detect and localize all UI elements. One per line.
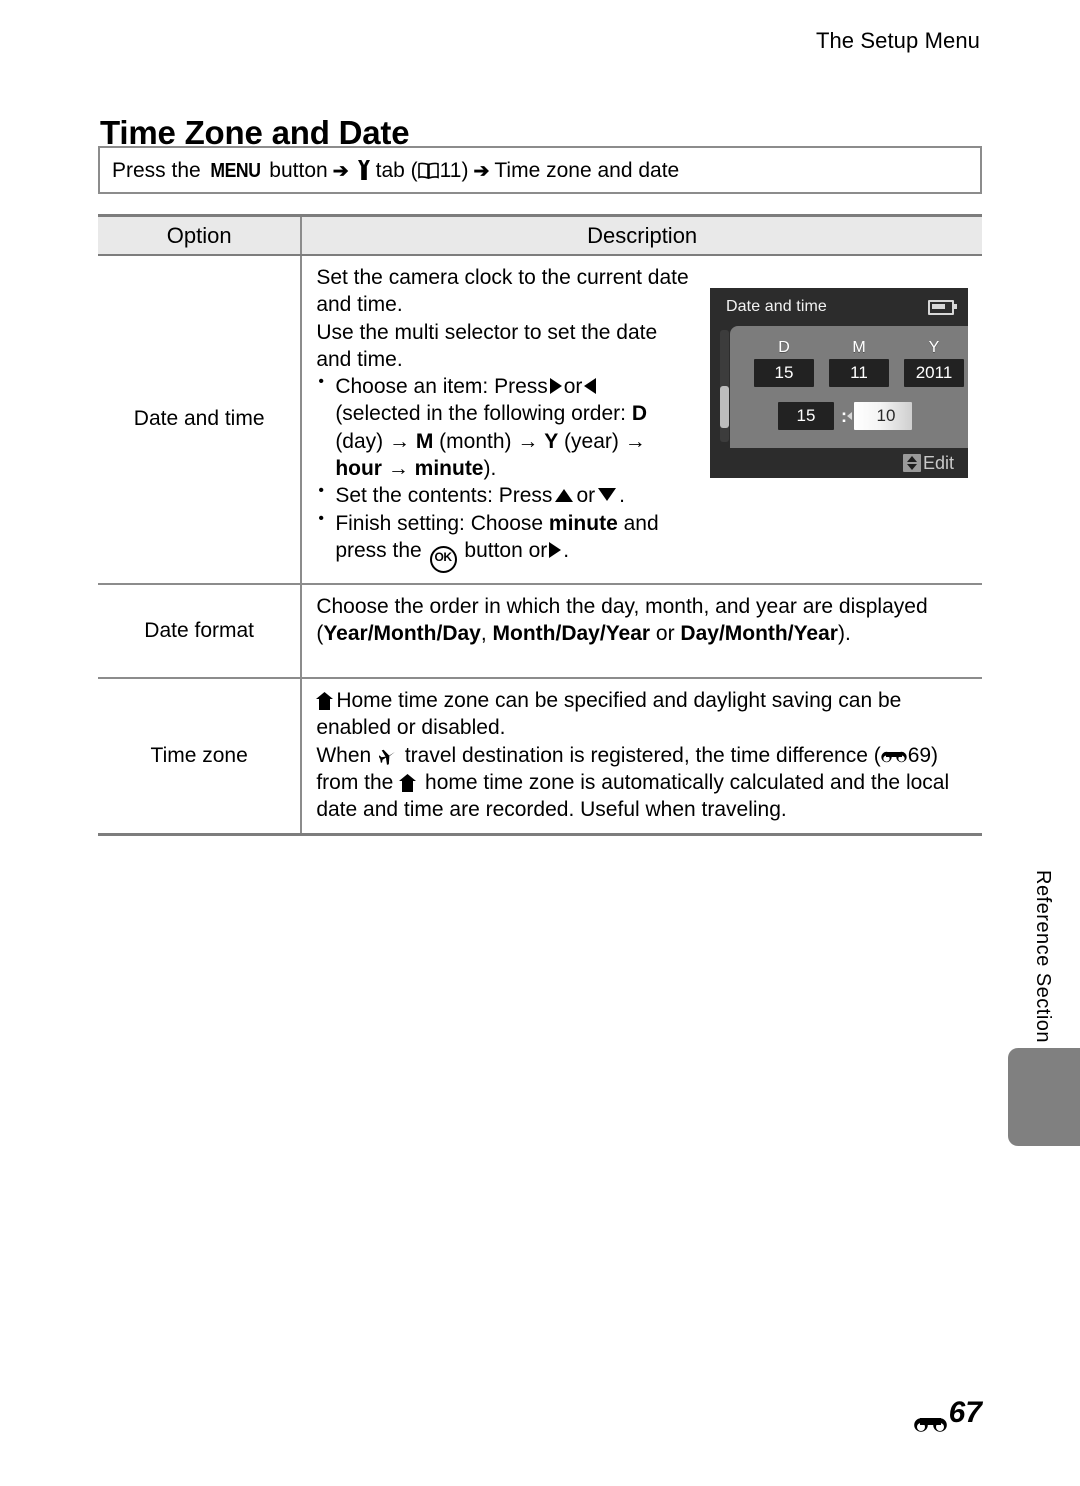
desc-line: date and time are recorded. Useful when … (316, 798, 787, 822)
nav-ref-open: ( (410, 159, 418, 182)
running-head: The Setup Menu (815, 28, 980, 53)
up-triangle-icon (555, 489, 574, 503)
camera-screen-figure: Date and time D 15 M 11 Y 2011 15 : 10 E… (710, 288, 968, 478)
format-option-dmy: Day/Month/Year (680, 622, 838, 646)
desc-line: Choose the order in which the day, month… (316, 594, 928, 618)
desc-line: Set the camera clock to the current date… (316, 266, 689, 317)
airplane-icon (378, 745, 397, 765)
day-letter: D (778, 339, 790, 356)
list-item: Choose an item: Pressor (selected in the… (316, 372, 708, 482)
description-cell-time-zone: Home time zone can be specified and dayl… (300, 677, 982, 837)
lcd-footer: Edit (710, 448, 968, 478)
desc-text: When (316, 743, 378, 767)
lcd-title-bar: Date and time (710, 288, 968, 326)
right-triangle-icon (549, 378, 562, 395)
edit-button[interactable]: Edit (902, 452, 954, 474)
desc-text: home time zone is automatically calculat… (419, 770, 950, 794)
reference-section-icon (913, 1407, 947, 1432)
list-item: Set the contents: Pressor. (316, 481, 708, 509)
option-cell-time-zone: Time zone (98, 677, 303, 837)
year-value[interactable]: 2011 (904, 359, 964, 387)
lcd-title: Date and time (726, 298, 827, 315)
minute-text: 10 (876, 406, 896, 425)
desc-text: travel destination is registered, the ti… (399, 743, 881, 767)
desc-text: from the (316, 770, 400, 794)
lcd-panel: D 15 M 11 Y 2011 15 : 10 (730, 326, 968, 448)
desc-line: Home time zone can be specified and dayl… (316, 687, 972, 714)
option-cell-date-and-time: Date and time (98, 255, 303, 585)
desc-line: When travel destination is registered, t… (316, 742, 972, 769)
month-value[interactable]: 11 (829, 359, 889, 387)
description-cell-date-format: Choose the order in which the day, month… (300, 583, 982, 679)
menu-path-text: Press the MENU button ➔ tab ( 11) ➔ Time… (100, 157, 679, 183)
desc-text: Home time zone can be specified and dayl… (336, 688, 902, 712)
instruction-bullet-list: Choose an item: Pressor (selected in the… (316, 372, 708, 573)
table-row: Date format Choose the order in which th… (98, 583, 982, 679)
home-icon (316, 690, 334, 710)
home-icon (399, 772, 417, 792)
nav-destination: Time zone and date (494, 159, 680, 182)
ok-button-icon: OK (429, 545, 457, 573)
option-label: Date and time (133, 407, 265, 431)
paren-close: ). (837, 622, 851, 646)
menu-button-label: MENU (209, 160, 261, 182)
right-triangle-icon (549, 541, 562, 558)
time-field-group: 15 : 10 (778, 402, 912, 430)
day-value[interactable]: 15 (754, 359, 814, 387)
year-letter: Y (928, 339, 940, 356)
desc-line: from the home time zone is automatically… (316, 769, 972, 796)
list-item: Finish setting: Choose minute and press … (316, 509, 708, 573)
left-triangle-icon (584, 378, 597, 395)
desc-line: and time. (316, 347, 403, 371)
option-label: Date format (144, 618, 255, 642)
format-option-ymd: Year/Month/Day (323, 622, 481, 646)
selection-caret-icon (847, 412, 852, 420)
desc-line: (Year/Month/Day, Month/Day/Year or Day/M… (316, 620, 972, 647)
table-header-row: Option Description (98, 214, 982, 256)
nav-tab-word: tab (375, 159, 405, 182)
page-folio: 67 (913, 1396, 982, 1432)
column-header-description: Description (300, 214, 982, 256)
format-option-mdy: Month/Day/Year (492, 622, 651, 646)
section-thumb-tab (1008, 1048, 1080, 1146)
sep-2: or (650, 622, 681, 646)
table-row: Time zone Home time zone can be specifie… (98, 677, 982, 837)
date-field-day[interactable]: D 15 (754, 340, 814, 387)
wrench-icon (356, 160, 372, 180)
lcd-scroll-thumb[interactable] (720, 386, 729, 428)
minute-value-selected[interactable]: 10 (847, 402, 912, 430)
nav-button-word: button (269, 159, 328, 182)
desc-line: enabled or disabled. (316, 716, 506, 740)
down-triangle-icon (598, 488, 617, 502)
sep-1: , (480, 622, 493, 646)
date-field-month[interactable]: M 11 (829, 340, 889, 387)
nav-page-ref: 11) (439, 159, 469, 182)
option-cell-date-format: Date format (98, 583, 303, 679)
menu-path-box: Press the MENU button ➔ tab ( 11) ➔ Time… (98, 146, 982, 194)
folio-number: 67 (948, 1396, 982, 1429)
book-icon (417, 161, 439, 180)
section-side-label: Reference Section (1032, 870, 1054, 1044)
nav-arrow-1: ➔ (332, 161, 349, 182)
battery-icon (928, 299, 957, 315)
desc-line: Use the multi selector to set the date (316, 320, 658, 344)
date-field-group: D 15 M 11 Y 2011 (754, 340, 964, 387)
up-down-arrow-icon (902, 454, 921, 472)
option-label: Time zone (150, 744, 248, 768)
nav-arrow-2: ➔ (473, 161, 490, 182)
hour-value[interactable]: 15 (778, 402, 834, 430)
month-letter: M (852, 339, 866, 356)
column-header-option: Option (98, 214, 303, 256)
desc-text: 69) (907, 743, 939, 767)
edit-label: Edit (922, 452, 954, 473)
reference-section-icon (881, 743, 907, 762)
date-field-year[interactable]: Y 2011 (904, 340, 964, 387)
nav-press-the: Press the (112, 159, 201, 182)
